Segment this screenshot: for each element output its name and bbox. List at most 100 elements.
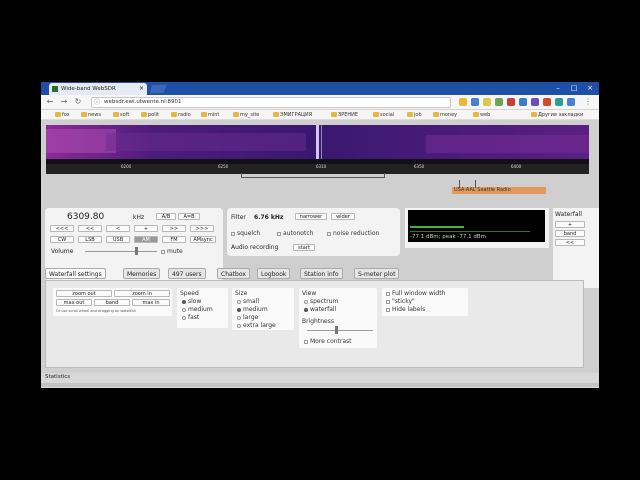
back-icon[interactable]: ← — [45, 97, 55, 107]
mute-checkbox[interactable]: mute — [161, 248, 183, 255]
max-out-button[interactable]: max out — [56, 299, 92, 306]
extension-icon[interactable] — [543, 98, 551, 106]
maximize-icon[interactable]: □ — [567, 83, 581, 93]
frequency-display[interactable]: 6309.80 — [67, 212, 104, 222]
extension-icon[interactable] — [519, 98, 527, 106]
waterfall-display[interactable] — [46, 125, 589, 169]
radio-icon[interactable] — [304, 307, 308, 312]
menu-icon[interactable]: ⋮ — [583, 97, 593, 107]
tab-chatbox[interactable]: Chatbox — [217, 268, 250, 279]
zoom-in-button[interactable]: zoom in — [114, 290, 170, 297]
mode-lsb-button[interactable]: LSB — [78, 236, 102, 243]
start-recording-button[interactable]: start — [293, 244, 315, 251]
zoom-out-button[interactable]: zoom out — [56, 290, 112, 297]
narrower-button[interactable]: narrower — [295, 213, 327, 220]
statistics-label[interactable]: Statistics — [45, 374, 70, 380]
forward-icon[interactable]: → — [59, 97, 69, 107]
size-large-radio[interactable]: large — [237, 314, 258, 321]
browser-tab[interactable]: Wide-band WebSDR × — [49, 83, 147, 95]
volume-slider-handle[interactable] — [135, 247, 138, 255]
bookmark-item[interactable]: polit — [141, 110, 159, 120]
mode-amsync-button[interactable]: AMsync — [190, 236, 216, 243]
bookmark-item[interactable]: news — [81, 110, 101, 120]
speed-fast-radio[interactable]: fast — [182, 314, 199, 321]
mode-fm-button[interactable]: FM — [162, 236, 186, 243]
bookmark-item[interactable]: soft — [113, 110, 129, 120]
volume-slider[interactable] — [85, 251, 157, 252]
noise-reduction-check-icon[interactable] — [327, 231, 331, 236]
autonotch-check-icon[interactable] — [277, 231, 281, 236]
speed-medium-radio[interactable]: medium — [182, 306, 213, 313]
star-icon[interactable] — [459, 98, 467, 106]
step-button[interactable]: < — [106, 225, 130, 232]
sticky-check-icon[interactable] — [386, 299, 390, 304]
squelch-check-icon[interactable] — [231, 231, 235, 236]
tab-users[interactable]: 497 users — [168, 268, 206, 279]
minimize-icon[interactable]: – — [551, 83, 565, 93]
view-spectrum-radio[interactable]: spectrum — [304, 298, 338, 305]
more-contrast-check-icon[interactable] — [304, 339, 308, 344]
radio-icon[interactable] — [182, 315, 186, 320]
a-equals-b-button[interactable]: A=B — [178, 213, 200, 220]
max-in-button[interactable]: max in — [132, 299, 170, 306]
bookmark-item[interactable]: money — [433, 110, 457, 120]
tab-waterfall-settings[interactable]: Waterfall settings — [45, 268, 106, 279]
hide-labels-checkbox[interactable]: Hide labels — [386, 306, 425, 313]
close-window-icon[interactable]: × — [583, 83, 597, 93]
size-small-radio[interactable]: small — [237, 298, 259, 305]
bookmark-item[interactable]: ЗРЕНИЕ — [331, 110, 358, 120]
radio-icon[interactable] — [237, 315, 241, 320]
sticky-checkbox[interactable]: "sticky" — [386, 298, 415, 305]
mode-cw-button[interactable]: CW — [50, 236, 74, 243]
radio-icon[interactable] — [237, 307, 241, 312]
bookmark-item[interactable]: ЭМИГРАЦИЯ — [273, 110, 312, 120]
brightness-slider[interactable] — [307, 330, 373, 331]
extension-icon[interactable] — [555, 98, 563, 106]
station-label[interactable]: USA-AAL Seattle Radio — [452, 187, 546, 194]
bookmark-item[interactable]: fox — [55, 110, 70, 120]
extension-icon[interactable] — [471, 98, 479, 106]
radio-icon[interactable] — [304, 299, 308, 304]
extension-icon[interactable] — [567, 98, 575, 106]
radio-icon[interactable] — [237, 323, 241, 328]
bookmark-item[interactable]: job — [407, 110, 422, 120]
size-medium-radio[interactable]: medium — [237, 306, 268, 313]
tab-smeter-plot[interactable]: S-meter plot — [354, 268, 400, 279]
reload-icon[interactable]: ↻ — [73, 97, 83, 107]
more-contrast-checkbox[interactable]: More contrast — [304, 338, 352, 345]
bookmark-item[interactable]: social — [373, 110, 394, 120]
extension-icon[interactable] — [531, 98, 539, 106]
view-waterfall-radio[interactable]: waterfall — [304, 306, 336, 313]
bookmark-item[interactable]: radio — [171, 110, 191, 120]
radio-icon[interactable] — [182, 307, 186, 312]
horizontal-scrollbar[interactable] — [41, 383, 599, 387]
new-tab-button[interactable] — [149, 85, 167, 93]
frequency-scale[interactable]: 6200 6250 6310 6350 6400 — [46, 164, 589, 174]
tab-logbook[interactable]: Logbook — [257, 268, 291, 279]
noise-reduction-checkbox[interactable]: noise reduction — [327, 230, 379, 237]
radio-icon[interactable] — [237, 299, 241, 304]
step-button[interactable]: >> — [162, 225, 186, 232]
address-bar[interactable]: ⓘ websdr.ewi.utwente.nl:8901 — [91, 97, 451, 108]
mode-am-button[interactable]: AM — [134, 236, 158, 243]
speed-slow-radio[interactable]: slow — [182, 298, 201, 305]
bookmark-item[interactable]: web — [473, 110, 490, 120]
tab-station-info[interactable]: Station info — [300, 268, 343, 279]
wider-button[interactable]: wider — [331, 213, 355, 220]
waterfall-band-button[interactable]: band — [555, 230, 585, 237]
brightness-slider-handle[interactable] — [335, 326, 338, 334]
bookmark-item[interactable]: Другие закладки — [531, 110, 583, 120]
hide-labels-check-icon[interactable] — [386, 307, 390, 312]
extension-icon[interactable] — [483, 98, 491, 106]
full-window-check-icon[interactable] — [386, 291, 390, 296]
size-extra-large-radio[interactable]: extra large — [237, 322, 276, 329]
waterfall-plus-button[interactable]: + — [555, 221, 585, 228]
extension-icon[interactable] — [495, 98, 503, 106]
radio-icon[interactable] — [182, 299, 186, 304]
mode-usb-button[interactable]: USB — [106, 236, 130, 243]
step-button[interactable]: <<< — [50, 225, 74, 232]
step-button[interactable]: >>> — [190, 225, 214, 232]
extension-icon[interactable] — [507, 98, 515, 106]
band-button[interactable]: band — [94, 299, 130, 306]
bookmark-item[interactable]: mint — [201, 110, 219, 120]
